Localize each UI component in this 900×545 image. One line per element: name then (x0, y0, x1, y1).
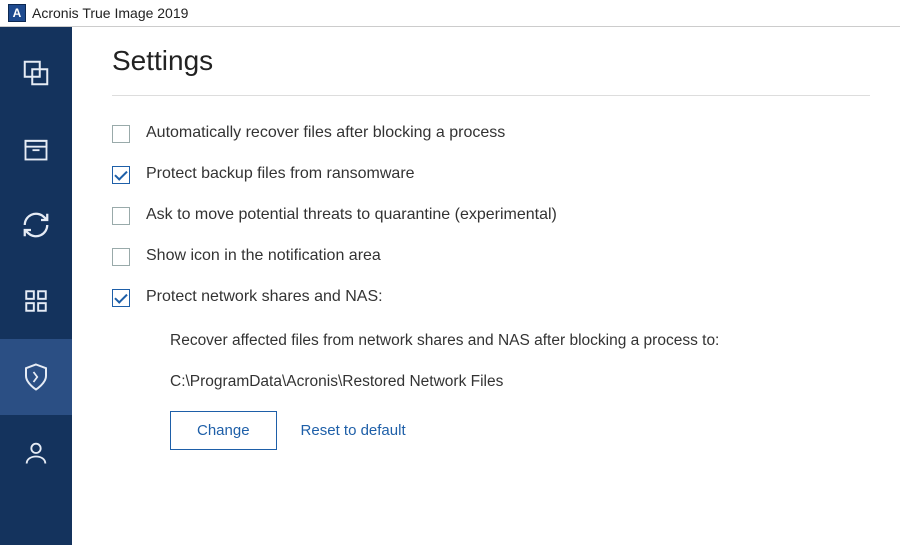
nas-path: C:\ProgramData\Acronis\Restored Network … (170, 370, 900, 395)
settings-options: Automatically recover files after blocki… (112, 124, 900, 450)
sidebar-item-account[interactable] (0, 415, 72, 491)
sidebar-item-archive[interactable] (0, 111, 72, 187)
main-panel: Settings Automatically recover files aft… (72, 27, 900, 545)
reset-link[interactable]: Reset to default (301, 422, 406, 439)
shield-icon (21, 362, 51, 392)
grid-icon (23, 288, 49, 314)
page-title: Settings (112, 45, 870, 96)
user-icon (22, 439, 50, 467)
option-label: Automatically recover files after blocki… (146, 124, 505, 142)
nas-actions: Change Reset to default (170, 411, 900, 450)
option-label: Protect backup files from ransomware (146, 165, 415, 183)
sidebar-item-protection[interactable] (0, 339, 72, 415)
option-label: Protect network shares and NAS: (146, 288, 383, 306)
option-quarantine: Ask to move potential threats to quarant… (112, 206, 900, 225)
app-title: Acronis True Image 2019 (32, 5, 188, 21)
sidebar (0, 27, 72, 545)
sidebar-item-tools[interactable] (0, 263, 72, 339)
nas-description: Recover affected files from network shar… (170, 329, 900, 354)
option-auto-recover: Automatically recover files after blocki… (112, 124, 900, 143)
option-protect-backup: Protect backup files from ransomware (112, 165, 900, 184)
checkbox-protect-backup[interactable] (112, 166, 130, 184)
checkbox-quarantine[interactable] (112, 207, 130, 225)
option-label: Show icon in the notification area (146, 247, 381, 265)
sidebar-item-backup[interactable] (0, 35, 72, 111)
archive-icon (22, 135, 50, 163)
app-logo-icon: A (8, 4, 26, 22)
change-button[interactable]: Change (170, 411, 277, 450)
checkbox-protect-nas[interactable] (112, 289, 130, 307)
copy-icon (21, 58, 51, 88)
option-label: Ask to move potential threats to quarant… (146, 206, 557, 224)
option-tray-icon: Show icon in the notification area (112, 247, 900, 266)
title-bar: A Acronis True Image 2019 (0, 0, 900, 27)
checkbox-tray-icon[interactable] (112, 248, 130, 266)
checkbox-auto-recover[interactable] (112, 125, 130, 143)
sync-icon (21, 210, 51, 240)
sidebar-item-sync[interactable] (0, 187, 72, 263)
option-protect-nas: Protect network shares and NAS: (112, 288, 900, 307)
